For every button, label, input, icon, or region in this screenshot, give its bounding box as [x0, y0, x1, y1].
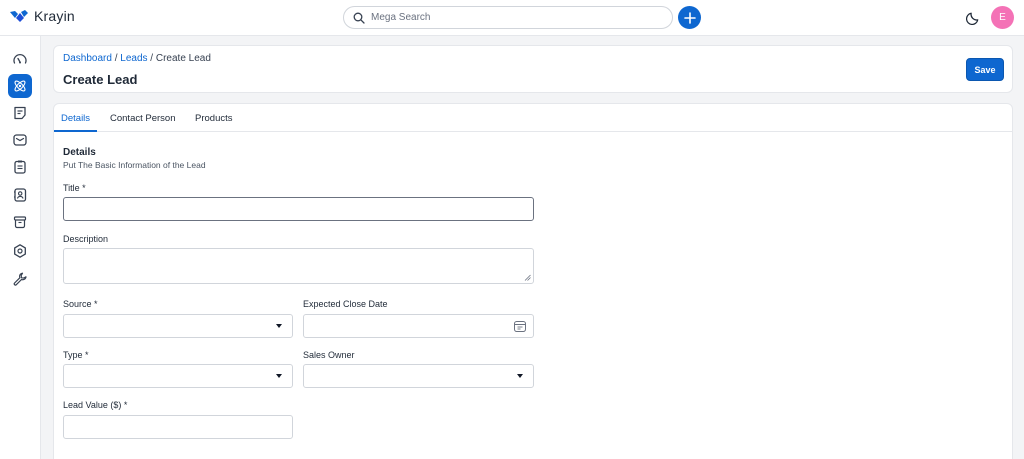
sidebar-item-leads[interactable] — [8, 74, 32, 98]
breadcrumb-dashboard[interactable]: Dashboard — [63, 53, 112, 64]
sidebar-item-products[interactable] — [8, 210, 32, 234]
page-title: Create Lead — [63, 72, 138, 87]
search-input[interactable] — [371, 12, 651, 23]
mail-icon — [13, 134, 27, 146]
contact-icon — [14, 188, 27, 202]
mega-search[interactable] — [343, 6, 673, 29]
section-title: Details — [63, 147, 96, 158]
lead-form-card: Details Contact Person Products Details … — [53, 103, 1013, 459]
breadcrumb-separator: / — [114, 53, 118, 64]
description-label: Description — [63, 234, 109, 244]
type-select[interactable] — [63, 364, 293, 388]
tab-products[interactable]: Products — [195, 113, 233, 124]
plus-icon — [683, 11, 696, 24]
section-subtitle: Put The Basic Information of the Lead — [63, 160, 206, 170]
lead-value-input[interactable] — [63, 415, 293, 439]
chevron-down-icon — [276, 374, 282, 378]
breadcrumb-separator: / — [150, 53, 154, 64]
speedometer-icon — [13, 53, 27, 64]
active-tab-indicator — [54, 130, 97, 132]
sales-owner-label: Sales Owner — [303, 350, 355, 360]
chevron-down-icon — [517, 374, 523, 378]
expected-close-date-label: Expected Close Date — [303, 299, 388, 309]
sidebar-item-configuration[interactable] — [8, 267, 32, 291]
sidebar-item-settings[interactable] — [8, 239, 32, 263]
sidebar — [0, 36, 41, 459]
calendar-icon[interactable] — [513, 319, 527, 333]
page-header: Dashboard / Leads / Create Lead Create L… — [53, 45, 1013, 93]
atom-icon — [14, 80, 26, 92]
search-icon — [353, 12, 365, 24]
app-name: Krayin — [34, 8, 75, 24]
save-button[interactable]: Save — [966, 58, 1004, 81]
tab-contact-person[interactable]: Contact Person — [110, 113, 175, 124]
breadcrumb-leads[interactable]: Leads — [120, 53, 147, 64]
sidebar-item-activities[interactable] — [8, 155, 32, 179]
sidebar-item-mail[interactable] — [8, 128, 32, 152]
wrench-icon — [13, 272, 27, 286]
note-icon — [14, 106, 26, 120]
source-label: Source * — [63, 299, 98, 309]
clipboard-icon — [14, 160, 26, 174]
source-select[interactable] — [63, 314, 293, 338]
sidebar-item-dashboard[interactable] — [8, 48, 32, 72]
breadcrumb-current: Create Lead — [155, 53, 211, 64]
dark-mode-toggle[interactable] — [965, 9, 982, 26]
user-avatar[interactable]: E — [991, 6, 1014, 29]
expected-close-date-input[interactable] — [303, 314, 534, 338]
box-icon — [13, 216, 27, 229]
description-textarea[interactable] — [63, 248, 534, 284]
moon-icon — [966, 12, 979, 25]
title-input[interactable] — [63, 197, 534, 221]
app-logo[interactable]: Krayin — [9, 8, 75, 24]
sidebar-item-quotes[interactable] — [8, 101, 32, 125]
gear-icon — [14, 244, 26, 258]
top-bar: Krayin E — [0, 0, 1024, 36]
sidebar-item-contacts[interactable] — [8, 183, 32, 207]
type-label: Type * — [63, 350, 89, 360]
tab-bar: Details Contact Person Products — [54, 104, 1012, 132]
tab-details[interactable]: Details — [61, 113, 90, 124]
quick-create-button[interactable] — [678, 6, 701, 29]
chevron-down-icon — [276, 324, 282, 328]
resize-grip-icon[interactable] — [524, 274, 531, 281]
krayin-logo-icon — [10, 10, 28, 22]
breadcrumb: Dashboard / Leads / Create Lead — [63, 53, 211, 64]
title-label: Title * — [63, 183, 86, 193]
sales-owner-select[interactable] — [303, 364, 534, 388]
lead-value-label: Lead Value ($) * — [63, 400, 128, 410]
